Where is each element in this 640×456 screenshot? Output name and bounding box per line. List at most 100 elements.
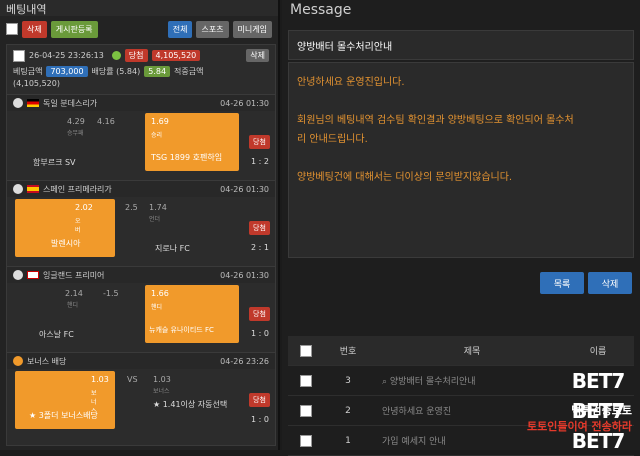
table-header: 번호 제목 이름 — [288, 336, 634, 366]
body-line: 양방베팅건에 대해서는 더이상의 문의받지않습니다. — [297, 172, 513, 183]
game-time: 04-26 01:30 — [220, 98, 269, 108]
league-name: 보너스 배당 — [27, 356, 67, 366]
away-team: ★ 1.41이상 자동선택 — [153, 400, 228, 409]
game-time: 04-26 01:30 — [220, 270, 269, 280]
home-team: 함부르크 SV — [33, 158, 76, 167]
soccer-ball-icon — [13, 270, 23, 280]
home-sub: 오버 — [75, 218, 81, 234]
home-odds: 2.02 — [75, 203, 93, 212]
row-checkbox[interactable] — [300, 404, 312, 417]
home-sub: 핸디 — [67, 302, 79, 309]
away-sub: 언더 — [149, 216, 161, 223]
vs-label: VS — [127, 375, 138, 384]
bet-history-panel: 베팅내역 삭제 게시판등록 전체 스포츠 미니게임 26-04-25 23:26… — [0, 0, 280, 450]
row-title-text: 양방배터 몰수처리안내 — [389, 377, 476, 387]
list-button[interactable]: 목록 — [540, 272, 584, 294]
soccer-ball-icon — [13, 184, 23, 194]
bulletin-register-button[interactable]: 게시판등록 — [50, 20, 98, 38]
message-body: 안녕하세요 운영진입니다. 회원님의 베팅내역 검수팀 확인결과 양방베팅으로 … — [288, 62, 634, 258]
delete-button[interactable]: 삭제 — [22, 20, 47, 38]
home-odds: 2.14 — [65, 289, 83, 298]
bet-slip: 26-04-25 23:26:13 당첨 4,105,520 삭제 베팅금액 7… — [6, 44, 276, 446]
away-sub: 핸디 — [151, 304, 163, 311]
table-row[interactable]: 3 ⌕ 양방배터 몰수처리안내 BET7 — [288, 366, 634, 396]
game-row: 보너스 배당 04-26 23:26 1.03 보너스 ★ 3폴더 보너스배당 … — [7, 353, 275, 439]
away-sub: 보너스 — [153, 388, 170, 395]
body-line — [297, 92, 625, 111]
league-name: 독일 분데스리가 — [43, 98, 98, 108]
message-subject: 양방배터 몰수처리안내 — [288, 30, 634, 60]
bet-amount: 703,000 — [46, 66, 88, 77]
away-selected-box[interactable]: 1.69 승리 TSG 1899 호펜하임 — [145, 113, 239, 171]
draw-odds: 4.16 — [97, 117, 115, 126]
body-line — [297, 149, 625, 168]
away-selected-box[interactable]: 1.66 핸디 뉴캐슬 유나이티드 FC — [145, 285, 239, 343]
message-panel: Message 양방배터 몰수처리안내 안녕하세요 운영진입니다. 회원님의 베… — [282, 0, 640, 456]
win-amount: (4,105,520) — [13, 79, 60, 88]
filter-mini-button[interactable]: 미니게임 — [232, 20, 272, 38]
game-time: 04-26 01:30 — [220, 184, 269, 194]
bet-amount-label: 베팅금액 — [13, 67, 43, 76]
watermark-top: 먹튀검증토토 — [571, 404, 632, 417]
score: 1 : 0 — [251, 329, 269, 338]
home-selected-box[interactable]: 1.03 보너스 ★ 3폴더 보너스배당 — [15, 371, 115, 429]
away-team: 지로나 FC — [155, 244, 190, 253]
bonus-icon — [13, 356, 23, 366]
draw-odds: -1.5 — [103, 289, 119, 298]
col-number: 번호 — [339, 347, 357, 357]
away-sub: 승리 — [151, 132, 163, 139]
league-header: 스페인 프리메라리가 04-26 01:30 — [7, 181, 275, 197]
home-team: ★ 3폴더 보너스배당 — [29, 411, 98, 420]
league-header: 독일 분데스리가 04-26 01:30 — [7, 95, 275, 111]
score: 1 : 2 — [251, 157, 269, 166]
away-odds: 1.03 — [153, 375, 171, 384]
delete-message-button[interactable]: 삭제 — [588, 272, 632, 294]
result-badge: 당첨 — [249, 135, 270, 149]
filter-sports-button[interactable]: 스포츠 — [196, 20, 229, 38]
league-name: 스페인 프리메라리가 — [43, 184, 112, 194]
win-amount-badge: 4,105,520 — [151, 50, 201, 61]
away-odds: 1.69 — [151, 117, 169, 126]
away-odds: 1.66 — [151, 289, 169, 298]
toolbar: 삭제 게시판등록 전체 스포츠 미니게임 — [0, 16, 278, 42]
row-number: 3 — [345, 375, 351, 386]
game-row: 스페인 프리메라리가 04-26 01:30 2.02 오버 발렌시아 2.5 … — [7, 181, 275, 267]
body-line: 회원님의 베팅내역 검수팀 확인결과 양방베팅으로 확인되어 몰수처 — [297, 115, 574, 126]
home-sub: 승무패 — [67, 130, 84, 137]
odds-label: 배당률 (5.84) — [91, 67, 141, 76]
watermark-bottom: 토토인들이여 전송하라 — [526, 420, 632, 433]
away-odds: 1.74 — [149, 203, 167, 212]
body-line: 안녕하세요 운영진입니다. — [297, 77, 405, 88]
select-all-messages-checkbox[interactable] — [300, 344, 312, 357]
filter-all-button[interactable]: 전체 — [167, 20, 193, 38]
row-checkbox[interactable] — [300, 434, 312, 447]
win-label: 적중금액 — [174, 67, 204, 76]
result-badge: 당첨 — [249, 393, 270, 407]
status-icon — [111, 51, 121, 60]
odds-value: 5.84 — [144, 66, 171, 77]
home-team: 아스날 FC — [39, 330, 74, 339]
col-title: 제목 — [463, 347, 481, 357]
row-title[interactable]: ⌕ 양방배터 몰수처리안내 — [372, 374, 562, 387]
score: 2 : 1 — [251, 243, 269, 252]
body-line: 리 안내드립니다. — [297, 134, 368, 145]
home-selected-box[interactable]: 2.02 오버 발렌시아 — [15, 199, 115, 257]
score: 1 : 0 — [251, 415, 269, 424]
game-row: 잉글랜드 프리미어 04-26 01:30 2.14 핸디 -1.5 1.66 … — [7, 267, 275, 353]
game-time: 04-26 23:26 — [220, 356, 269, 366]
home-odds: 1.03 — [91, 375, 109, 384]
select-all-checkbox[interactable] — [6, 23, 18, 35]
result-badge: 당첨 — [249, 221, 270, 235]
spain-flag-icon — [27, 185, 39, 193]
soccer-ball-icon — [13, 98, 23, 108]
england-flag-icon — [27, 271, 39, 279]
row-checkbox[interactable] — [300, 374, 312, 387]
slip-checkbox[interactable] — [13, 49, 25, 62]
status-badge: 당첨 — [124, 49, 148, 62]
league-header: 잉글랜드 프리미어 04-26 01:30 — [7, 267, 275, 283]
bet7-logo: BET7 — [571, 368, 625, 393]
league-name: 잉글랜드 프리미어 — [43, 270, 105, 280]
slip-delete-button[interactable]: 삭제 — [246, 49, 269, 62]
league-header: 보너스 배당 04-26 23:26 — [7, 353, 275, 369]
panel-title: 베팅내역 — [0, 0, 278, 16]
